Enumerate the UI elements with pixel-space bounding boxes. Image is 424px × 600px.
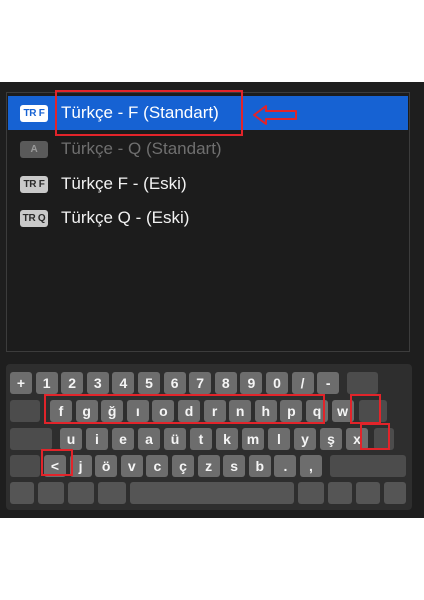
highlight-box-selected-layout [55,90,243,136]
highlight-box-home-row [44,394,325,424]
key-y[interactable]: y [294,428,316,450]
key-/[interactable]: / [291,372,314,394]
key-m[interactable]: m [242,428,264,450]
key-s[interactable]: s [223,455,246,477]
key-blank[interactable] [10,428,52,450]
key-c[interactable]: c [146,455,169,477]
key-ü[interactable]: ü [164,428,186,450]
key-u[interactable]: u [60,428,82,450]
layout-badge: TR F [20,176,48,193]
keyboard-viewer: +1 2 3 4 5 6 7 8 9 0/- f g ğ ı o d r n h p q w u i e a ü t k m l y ş x < j ö… [6,364,412,510]
key-k[interactable]: k [216,428,238,450]
key-ö[interactable]: ö [95,455,118,477]
key-4[interactable]: 4 [112,372,135,394]
key-blank[interactable] [10,455,40,477]
key-t[interactable]: t [190,428,212,450]
key-blank[interactable] [10,400,40,422]
list-item-turkce-q-eski[interactable]: TR Q Türkçe Q - (Eski) [8,201,408,235]
key-v[interactable]: v [120,455,143,477]
key-blank[interactable] [298,482,324,504]
key-6[interactable]: 6 [163,372,186,394]
key--[interactable]: - [317,372,340,394]
key-ç[interactable]: ç [172,455,194,477]
key-blank[interactable] [130,482,294,504]
key-i[interactable]: i [86,428,108,450]
arrow-left-icon [253,105,297,125]
layout-badge: TR F [20,105,48,122]
key-blank[interactable] [68,482,94,504]
key-blank[interactable] [356,482,380,504]
key-a[interactable]: a [138,428,160,450]
highlight-box-less-than-key [41,449,73,476]
key-5[interactable]: 5 [138,372,160,394]
key-blank[interactable] [329,455,406,477]
key-.[interactable]: . [274,455,297,477]
key-0[interactable]: 0 [266,372,288,394]
key-1[interactable]: 1 [35,372,58,394]
key-blank[interactable] [328,482,352,504]
highlight-box-x-key [360,423,390,450]
key-3[interactable]: 3 [86,372,109,394]
key-blank[interactable] [98,482,126,504]
key-9[interactable]: 9 [240,372,263,394]
key-z[interactable]: z [197,455,220,477]
key-,[interactable]: , [300,455,322,477]
key-b[interactable]: b [248,455,271,477]
layout-label: Türkçe - Q (Standart) [61,139,222,158]
top-strip [0,62,424,82]
layout-label: Türkçe Q - (Eski) [61,208,190,227]
key-2[interactable]: 2 [61,372,84,394]
key-7[interactable]: 7 [189,372,212,394]
key-+[interactable]: + [10,372,32,394]
layout-label: Türkçe F - (Eski) [61,174,187,193]
layout-badge: TR Q [20,210,48,227]
key-blank[interactable] [384,482,406,504]
key-e[interactable]: e [112,428,134,450]
key-8[interactable]: 8 [214,372,237,394]
key-blank[interactable] [346,372,378,394]
key-ş[interactable]: ş [320,428,342,450]
key-blank[interactable] [38,482,64,504]
list-item-turkce-f-eski[interactable]: TR F Türkçe F - (Eski) [8,167,408,201]
key-l[interactable]: l [268,428,290,450]
highlight-box-w-key [350,394,381,424]
layout-badge: A [20,141,48,158]
list-item-turkce-q-standart: A Türkçe - Q (Standart) [8,132,408,166]
key-blank[interactable] [10,482,34,504]
